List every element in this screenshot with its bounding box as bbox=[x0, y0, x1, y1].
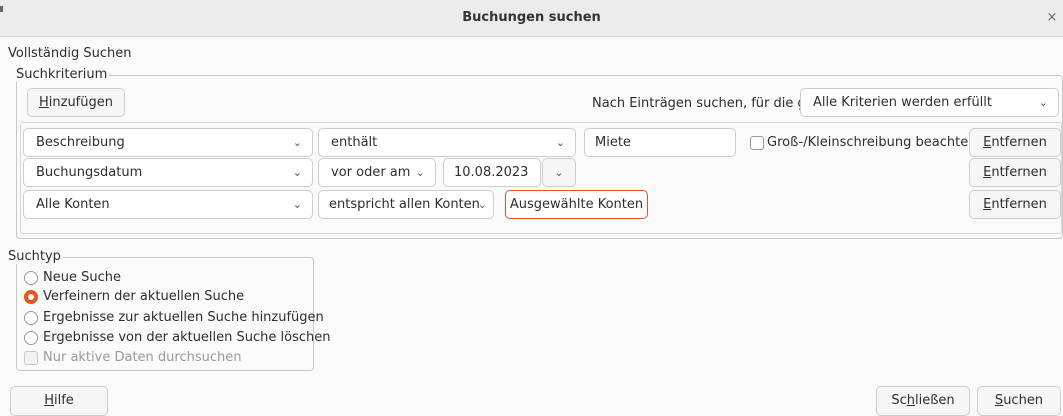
chevron-down-icon: ⌄ bbox=[292, 166, 302, 179]
operator-value: enthält bbox=[331, 135, 378, 150]
date-input[interactable]: 10.08.2023 bbox=[443, 158, 541, 187]
field-dropdown-row1[interactable]: Beschreibung ⌄ bbox=[23, 128, 313, 157]
accounts-operator-dropdown[interactable]: entspricht allen Konten ⌄ bbox=[318, 190, 494, 219]
calendar-dropdown-button[interactable]: ⌄ bbox=[542, 158, 576, 187]
search-label: uchen bbox=[1003, 393, 1044, 408]
close-icon[interactable]: × bbox=[1044, 10, 1060, 26]
search-mnemonic: S bbox=[994, 393, 1004, 408]
radio-add-results-label[interactable]: Ergebnisse zur aktuellen Suche hinzufüge… bbox=[43, 310, 324, 325]
operator-value: entspricht allen Konten bbox=[329, 197, 480, 212]
match-type-dropdown[interactable]: Alle Kriterien werden erfüllt ⌄ bbox=[800, 88, 1059, 117]
close-label: ließen bbox=[915, 393, 955, 408]
remove-button-row1[interactable]: Entfernen bbox=[969, 128, 1061, 157]
window-title: Buchungen suchen bbox=[462, 10, 601, 25]
remove-label: ntfernen bbox=[991, 135, 1047, 150]
radio-add-results[interactable] bbox=[24, 311, 38, 325]
chevron-down-icon: ⌄ bbox=[1038, 96, 1048, 109]
chevron-down-icon: ⌄ bbox=[292, 198, 302, 211]
operator-value: vor oder am bbox=[331, 165, 411, 180]
help-mnemonic: H bbox=[44, 393, 54, 408]
radio-refine-search[interactable] bbox=[24, 290, 38, 304]
close-mnemonic: h bbox=[906, 393, 915, 408]
radio-delete-results-label[interactable]: Ergebnisse von der aktuellen Suche lösch… bbox=[43, 330, 331, 345]
add-criterion-button[interactable]: Hinzufügen bbox=[27, 88, 125, 117]
match-label: Nach Einträgen suchen, für die gilt bbox=[592, 96, 819, 111]
field-value: Beschreibung bbox=[36, 135, 125, 150]
selected-accounts-button[interactable]: Ausgewählte Konten bbox=[505, 190, 648, 219]
chevron-down-icon: ⌄ bbox=[415, 166, 425, 179]
date-operator-dropdown[interactable]: vor oder am ⌄ bbox=[318, 158, 436, 187]
close-label-pre: Sc bbox=[891, 393, 907, 408]
help-label: ilfe bbox=[53, 393, 74, 408]
search-type-legend: Suchtyp bbox=[8, 249, 63, 264]
remove-button-row2[interactable]: Entfernen bbox=[969, 158, 1061, 187]
chevron-down-icon: ⌄ bbox=[555, 136, 565, 149]
chevron-down-icon: ⌄ bbox=[292, 136, 302, 149]
add-mnemonic: H bbox=[38, 95, 49, 110]
criteria-legend: Suchkriterium bbox=[16, 67, 110, 82]
match-type-value: Alle Kriterien werden erfüllt bbox=[813, 95, 992, 110]
case-sensitive-label: Groß-/Kleinschreibung beachten bbox=[767, 135, 977, 150]
radio-new-search[interactable] bbox=[24, 271, 38, 285]
radio-new-search-label[interactable]: Neue Suche bbox=[43, 270, 121, 285]
field-dropdown-row2[interactable]: Buchungsdatum ⌄ bbox=[23, 158, 313, 187]
active-only-label: Nur aktive Daten durchsuchen bbox=[43, 350, 242, 365]
text-value-input[interactable]: Miete bbox=[584, 128, 736, 157]
field-value: Alle Konten bbox=[36, 197, 110, 212]
remove-label: ntfernen bbox=[991, 197, 1047, 212]
add-label: inzufügen bbox=[48, 95, 113, 110]
radio-delete-results[interactable] bbox=[24, 331, 38, 345]
operator-dropdown-row1[interactable]: enthält ⌄ bbox=[318, 128, 576, 157]
remove-label: ntfernen bbox=[991, 165, 1047, 180]
remove-button-row3[interactable]: Entfernen bbox=[969, 190, 1061, 219]
field-value: Buchungsdatum bbox=[36, 165, 143, 180]
chevron-down-icon: ⌄ bbox=[554, 166, 564, 179]
active-only-checkbox bbox=[24, 351, 38, 365]
chevron-down-icon: ⌄ bbox=[477, 198, 487, 211]
case-sensitive-checkbox[interactable] bbox=[750, 136, 764, 150]
radio-refine-search-label[interactable]: Verfeinern der aktuellen Suche bbox=[43, 289, 244, 304]
search-mode-heading: Vollständig Suchen bbox=[8, 46, 132, 61]
field-dropdown-row3[interactable]: Alle Konten ⌄ bbox=[23, 190, 313, 219]
